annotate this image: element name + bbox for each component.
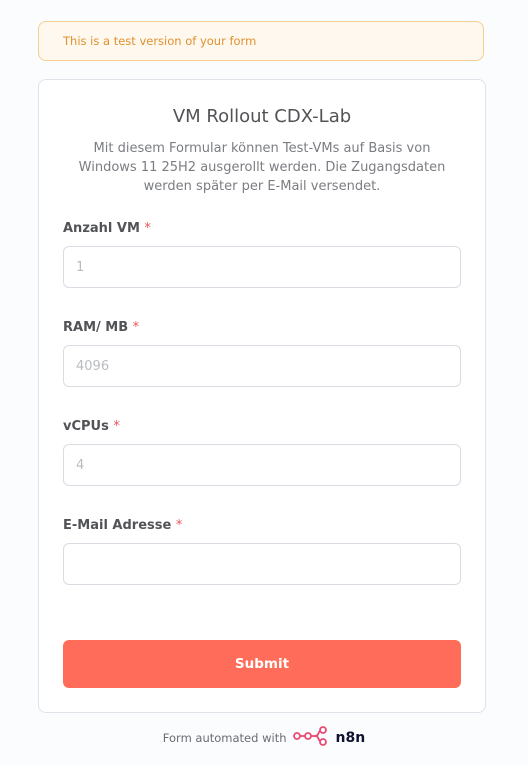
n8n-logo-icon bbox=[292, 726, 333, 750]
form-title: VM Rollout CDX-Lab bbox=[172, 106, 352, 127]
form-card: VM Rollout CDX-Lab Mit diesem Formular k… bbox=[38, 79, 486, 713]
form-description: Mit diesem Formular können Test-VMs auf … bbox=[78, 141, 446, 194]
ram-mb-input[interactable] bbox=[63, 345, 461, 387]
email-input[interactable] bbox=[63, 543, 461, 585]
footer-text: Form automated with bbox=[162, 731, 287, 745]
submit-button[interactable]: Submit bbox=[63, 640, 461, 688]
banner-text: This is a test version of your form bbox=[63, 34, 257, 48]
vcpus-input[interactable] bbox=[63, 444, 461, 486]
required-marker: * bbox=[113, 419, 120, 434]
n8n-logo-link[interactable]: n8n bbox=[292, 726, 366, 750]
required-marker: * bbox=[144, 221, 151, 236]
anzahl-vm-input[interactable] bbox=[63, 246, 461, 288]
field-email: E-Mail Adresse * bbox=[63, 517, 461, 585]
required-marker: * bbox=[132, 320, 140, 335]
field-label: Anzahl VM * bbox=[63, 221, 151, 236]
field-label: RAM/ MB * bbox=[63, 320, 140, 335]
n8n-brand-text: n8n bbox=[335, 730, 366, 746]
footer: Form automated with n8n bbox=[0, 726, 528, 750]
field-vcpus: vCPUs * bbox=[63, 418, 461, 486]
test-version-banner: This is a test version of your form bbox=[38, 21, 484, 61]
field-label: vCPUs * bbox=[63, 419, 120, 434]
field-label: E-Mail Adresse * bbox=[63, 518, 183, 533]
field-anzahl-vm: Anzahl VM * bbox=[63, 220, 461, 288]
field-ram-mb: RAM/ MB * bbox=[63, 319, 461, 387]
required-marker: * bbox=[175, 518, 183, 533]
